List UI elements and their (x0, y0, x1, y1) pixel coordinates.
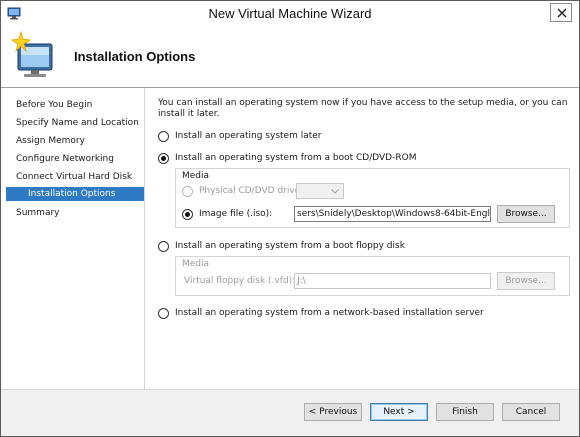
page-title: Installation Options (74, 49, 196, 64)
physical-drive-label: Physical CD/DVD drive: (199, 186, 304, 196)
option-install-cd[interactable]: Install an operating system from a boot … (158, 151, 416, 165)
wizard-footer: < Previous Next > Finish Cancel (1, 389, 579, 436)
sidebar-item-summary[interactable]: Summary (6, 206, 144, 220)
vfd-input[interactable]: J:\ (294, 273, 491, 289)
option-install-network[interactable]: Install an operating system from a netwo… (158, 306, 484, 320)
intro-text: You can install an operating system now … (158, 98, 568, 119)
previous-button[interactable]: < Previous (304, 403, 362, 421)
install-network-label: Install an operating system from a netwo… (175, 308, 484, 318)
sidebar-item-before-you-begin[interactable]: Before You Begin (6, 98, 144, 112)
install-later-radio[interactable] (158, 130, 169, 142)
sidebar-item-configure-networking[interactable]: Configure Networking (6, 152, 144, 166)
sidebar-item-specify-name[interactable]: Specify Name and Location (6, 116, 144, 130)
floppy-browse-button[interactable]: Browse... (497, 272, 555, 290)
vfd-label: Virtual floppy disk (.vfd): (184, 276, 296, 286)
physical-drive-option: Physical CD/DVD drive: (182, 184, 303, 198)
option-install-later[interactable]: Install an operating system later (158, 129, 322, 143)
install-network-radio[interactable] (158, 307, 169, 319)
close-button[interactable] (550, 3, 572, 22)
virtual-machine-icon (10, 30, 58, 82)
window-title: New Virtual Machine Wizard (208, 6, 372, 21)
title-bar: New Virtual Machine Wizard (1, 1, 579, 28)
wizard-window: New Virtual Machine Wizard Installation … (0, 0, 580, 437)
wizard-content: You can install an operating system now … (146, 88, 579, 389)
wizard-header: Installation Options (1, 28, 579, 88)
sidebar-item-connect-vhd[interactable]: Connect Virtual Hard Disk (6, 170, 144, 184)
physical-drive-radio[interactable] (182, 185, 193, 197)
image-file-radio[interactable] (182, 208, 193, 220)
sidebar-item-installation-options[interactable]: Installation Options (6, 187, 144, 201)
next-button[interactable]: Next > (370, 403, 428, 421)
floppy-media-title: Media (182, 259, 210, 269)
install-cd-label: Install an operating system from a boot … (175, 153, 417, 163)
install-floppy-radio[interactable] (158, 240, 169, 252)
cd-media-group: Media Physical CD/DVD drive: Image file … (175, 168, 570, 228)
image-browse-button[interactable]: Browse... (497, 205, 555, 223)
install-later-label: Install an operating system later (175, 131, 322, 141)
image-file-option: Image file (.iso): (182, 207, 272, 221)
option-install-floppy[interactable]: Install an operating system from a boot … (158, 239, 405, 253)
chevron-down-icon (331, 189, 339, 194)
install-cd-radio[interactable] (158, 152, 169, 164)
cd-media-title: Media (182, 171, 210, 181)
finish-button[interactable]: Finish (436, 403, 494, 421)
cancel-button[interactable]: Cancel (502, 403, 560, 421)
image-file-label: Image file (.iso): (199, 209, 273, 219)
install-floppy-label: Install an operating system from a boot … (175, 241, 405, 251)
image-file-input[interactable]: sers\Snidely\Desktop\Windows8-64bit-Engl… (294, 206, 491, 222)
close-icon (557, 8, 567, 18)
sidebar-item-assign-memory[interactable]: Assign Memory (6, 134, 144, 148)
physical-drive-select[interactable] (296, 183, 344, 199)
wizard-steps-sidebar: Before You Begin Specify Name and Locati… (1, 88, 145, 389)
floppy-media-group: Media Virtual floppy disk (.vfd): J:\ Br… (175, 256, 570, 296)
